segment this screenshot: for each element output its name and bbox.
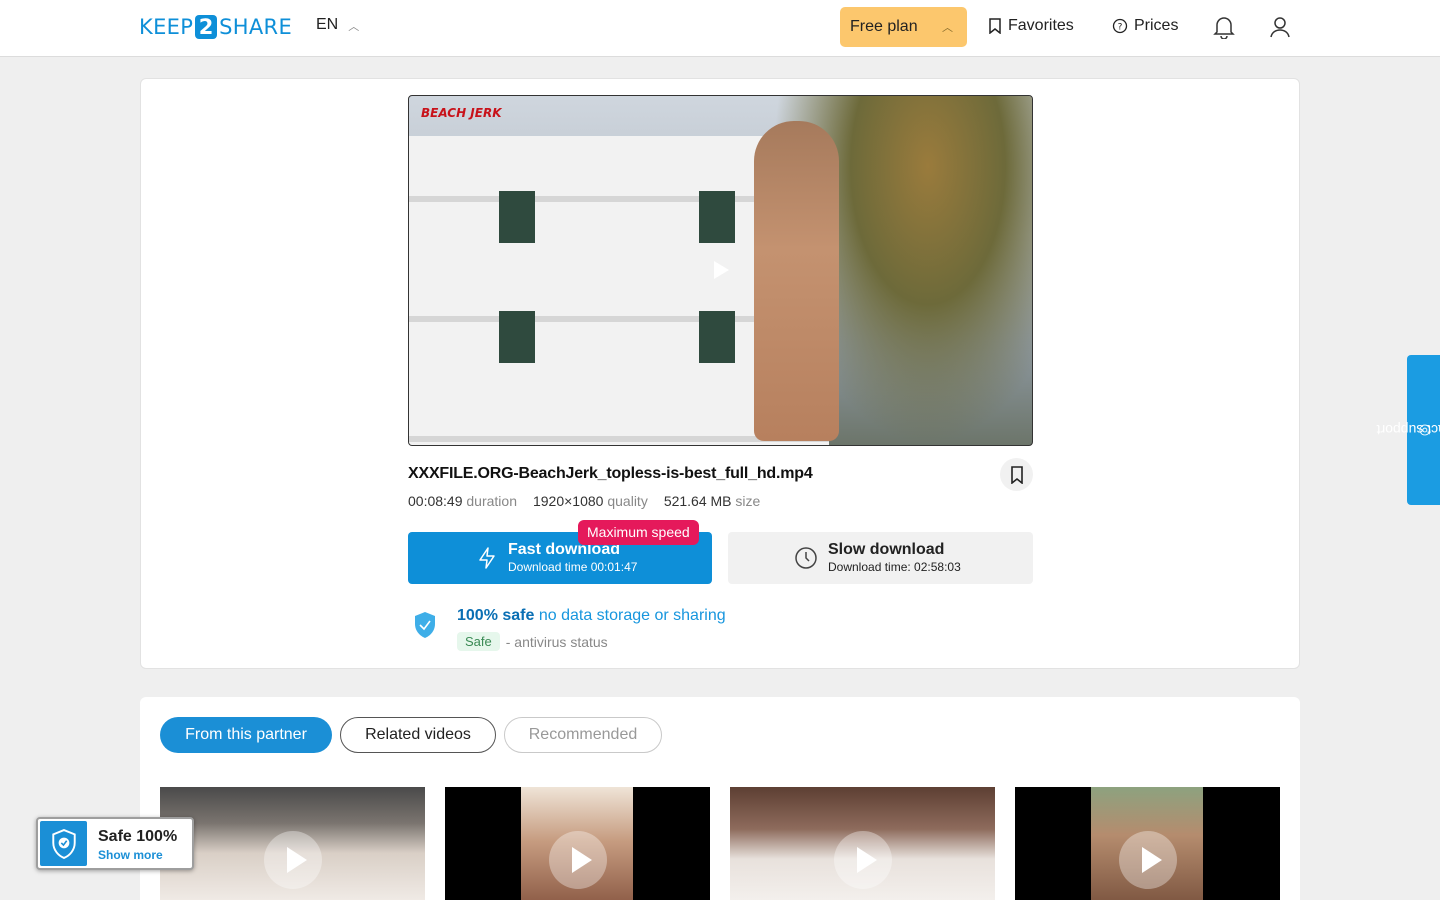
free-plan-label: Free plan (850, 18, 918, 35)
antivirus-status: Safe - antivirus status (457, 632, 608, 651)
tab-recommended[interactable]: Recommended (504, 717, 662, 753)
widget-shield (40, 821, 87, 866)
favorites-label: Favorites (1008, 17, 1074, 34)
related-card: From this partner Related videos Recomme… (140, 697, 1300, 900)
logo[interactable]: KEEP 2 SHARE (139, 14, 292, 40)
favorites-link[interactable]: Favorites (988, 17, 1074, 35)
scene-window (699, 311, 735, 363)
bell-icon[interactable] (1213, 15, 1235, 39)
scene-window (499, 311, 535, 363)
safety-strong: 100% safe (457, 607, 535, 624)
duration-value: 00:08:49 (408, 493, 463, 509)
play-icon[interactable] (263, 831, 322, 889)
contact-support-tab[interactable]: ◎ contact support (1376, 355, 1440, 505)
video-thumbnail[interactable] (730, 787, 995, 900)
safe-badge: Safe (457, 632, 500, 651)
video-watermark: BEACH JERK (421, 106, 502, 120)
file-card: BEACH JERK XXXFILE.ORG-BeachJerk_topless… (140, 78, 1300, 669)
video-thumbnail[interactable] (1015, 787, 1280, 900)
chevron-up-icon: ︿ (348, 21, 360, 33)
help-circle-icon: ? (1112, 18, 1128, 34)
safety-text: no data storage or sharing (538, 607, 726, 624)
slow-download-title: Slow download (828, 541, 945, 558)
contact-support-text: contact support (1375, 422, 1440, 438)
video-thumbnail[interactable] (445, 787, 710, 900)
safe-widget[interactable]: Safe 100% Show more (36, 817, 194, 870)
shield-check-icon (51, 828, 76, 859)
fast-download-time: Download time 00:01:47 (508, 560, 638, 574)
file-name: XXXFILE.ORG-BeachJerk_topless-is-best_fu… (408, 465, 813, 482)
size-value: 521.64 MB (663, 493, 732, 509)
free-plan-button[interactable]: Free plan ︿ (840, 7, 967, 47)
video-thumbnail[interactable] (160, 787, 425, 900)
user-icon[interactable] (1269, 15, 1291, 39)
duration-item: 00:08:49 duration (408, 493, 517, 509)
tab-related-videos[interactable]: Related videos (340, 717, 496, 753)
size-item: 521.64 MB size (664, 493, 761, 509)
slow-download-button[interactable]: Slow download Download time: 02:58:03 (728, 532, 1033, 584)
play-icon[interactable] (714, 261, 729, 279)
bookmark-button[interactable] (1000, 458, 1033, 491)
logo-share: SHARE (219, 15, 293, 39)
scene-window (499, 191, 535, 243)
chevron-up-icon: ︿ (942, 22, 953, 34)
tab-from-this-partner[interactable]: From this partner (160, 717, 332, 753)
svg-text:?: ? (1118, 23, 1123, 33)
file-meta: 00:08:49 duration 1920×1080 quality 521.… (408, 493, 760, 509)
language-selector[interactable]: EN ︿ (316, 16, 359, 34)
quality-value: 1920×1080 (532, 493, 604, 509)
bookmark-icon (989, 18, 1001, 34)
logo-two: 2 (195, 15, 218, 39)
clock-icon (795, 547, 817, 569)
language-label: EN (316, 16, 339, 33)
video-preview[interactable]: BEACH JERK (408, 95, 1033, 446)
quality-label: quality (607, 493, 648, 509)
scene-window (699, 191, 735, 243)
scene-figure (754, 121, 839, 441)
top-header: KEEP 2 SHARE EN ︿ Free plan ︿ Favorites … (0, 0, 1440, 57)
slow-download-time: Download time: 02:58:03 (828, 560, 961, 574)
widget-title: Safe 100% (98, 828, 178, 845)
size-label: size (735, 493, 761, 509)
prices-link[interactable]: ? Prices (1112, 17, 1178, 35)
play-icon[interactable] (548, 831, 607, 889)
logo-keep: KEEP (139, 15, 194, 39)
antivirus-label: - antivirus status (505, 633, 608, 650)
play-icon[interactable] (833, 831, 892, 889)
contact-support-label: ◎ contact support (1376, 422, 1440, 438)
widget-show-more-link[interactable]: Show more (98, 848, 163, 862)
duration-label: duration (466, 493, 517, 509)
shield-check-icon (415, 612, 435, 638)
bookmark-icon (1010, 465, 1023, 484)
maximum-speed-badge: Maximum speed (578, 520, 699, 545)
quality-item: 1920×1080 quality (533, 493, 648, 509)
safety-line: 100% safe no data storage or sharing (457, 607, 726, 625)
prices-label: Prices (1134, 17, 1179, 34)
play-icon[interactable] (1118, 831, 1177, 889)
lightning-icon (479, 547, 495, 569)
